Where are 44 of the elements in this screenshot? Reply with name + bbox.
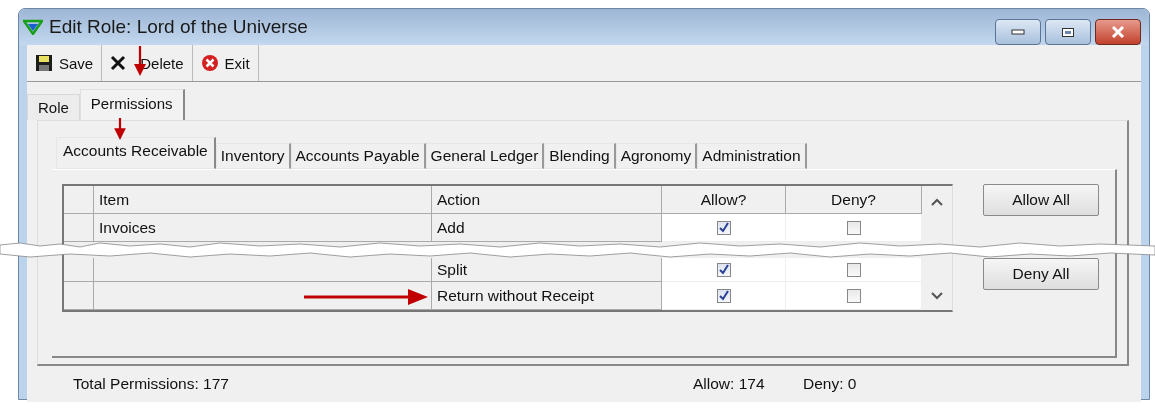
column-header[interactable]: Action [432,186,662,214]
row-header [64,282,94,310]
checkbox[interactable] [846,262,861,277]
table-cell: Invoices [94,214,432,242]
tab[interactable]: Accounts Receivable [56,137,216,169]
tab[interactable]: General Ledger [425,143,545,169]
maximize-icon [1061,26,1075,38]
tab[interactable]: Blending [544,143,616,169]
tab[interactable]: Accounts Payable [290,143,426,169]
tab[interactable]: Agronomy [615,143,698,169]
checkbox[interactable] [716,262,731,277]
save-button[interactable]: Save [27,45,103,81]
row-header [64,258,94,282]
checkbox[interactable] [846,220,861,235]
minimize-button[interactable] [995,19,1041,45]
status-text: Total Permissions: 177 [73,375,230,393]
row-header [64,186,94,214]
row-header [64,214,94,242]
checkbox[interactable] [716,220,731,235]
close-button[interactable] [1095,19,1141,45]
button[interactable]: Deny All [983,258,1099,290]
close-icon [200,54,219,72]
table-cell: Return without Receipt [432,282,662,310]
column-header[interactable]: Item [94,186,432,214]
tab[interactable]: Role [27,94,80,120]
x-icon [110,55,127,71]
exit-button[interactable]: Exit [192,45,259,81]
tab[interactable]: Permissions [79,89,185,120]
window-title: Edit Role: Lord of the Universe [49,16,309,38]
status-text: Deny: 0 [803,375,857,393]
scroll-up-icon[interactable] [931,198,943,206]
scroll-down-icon[interactable] [931,292,943,300]
table-cell: Split [432,258,662,282]
tab[interactable]: Inventory [215,143,291,169]
maximize-button[interactable] [1045,19,1091,45]
status-text: Allow: 174 [693,375,766,393]
close-icon [1110,26,1126,38]
minimize-icon [1011,29,1025,35]
checkbox[interactable] [846,288,861,303]
triangle-icon [23,19,43,35]
checkbox[interactable] [716,288,731,303]
arrow [112,118,128,140]
button[interactable]: Allow All [983,184,1099,216]
tab[interactable]: Administration [697,143,807,169]
